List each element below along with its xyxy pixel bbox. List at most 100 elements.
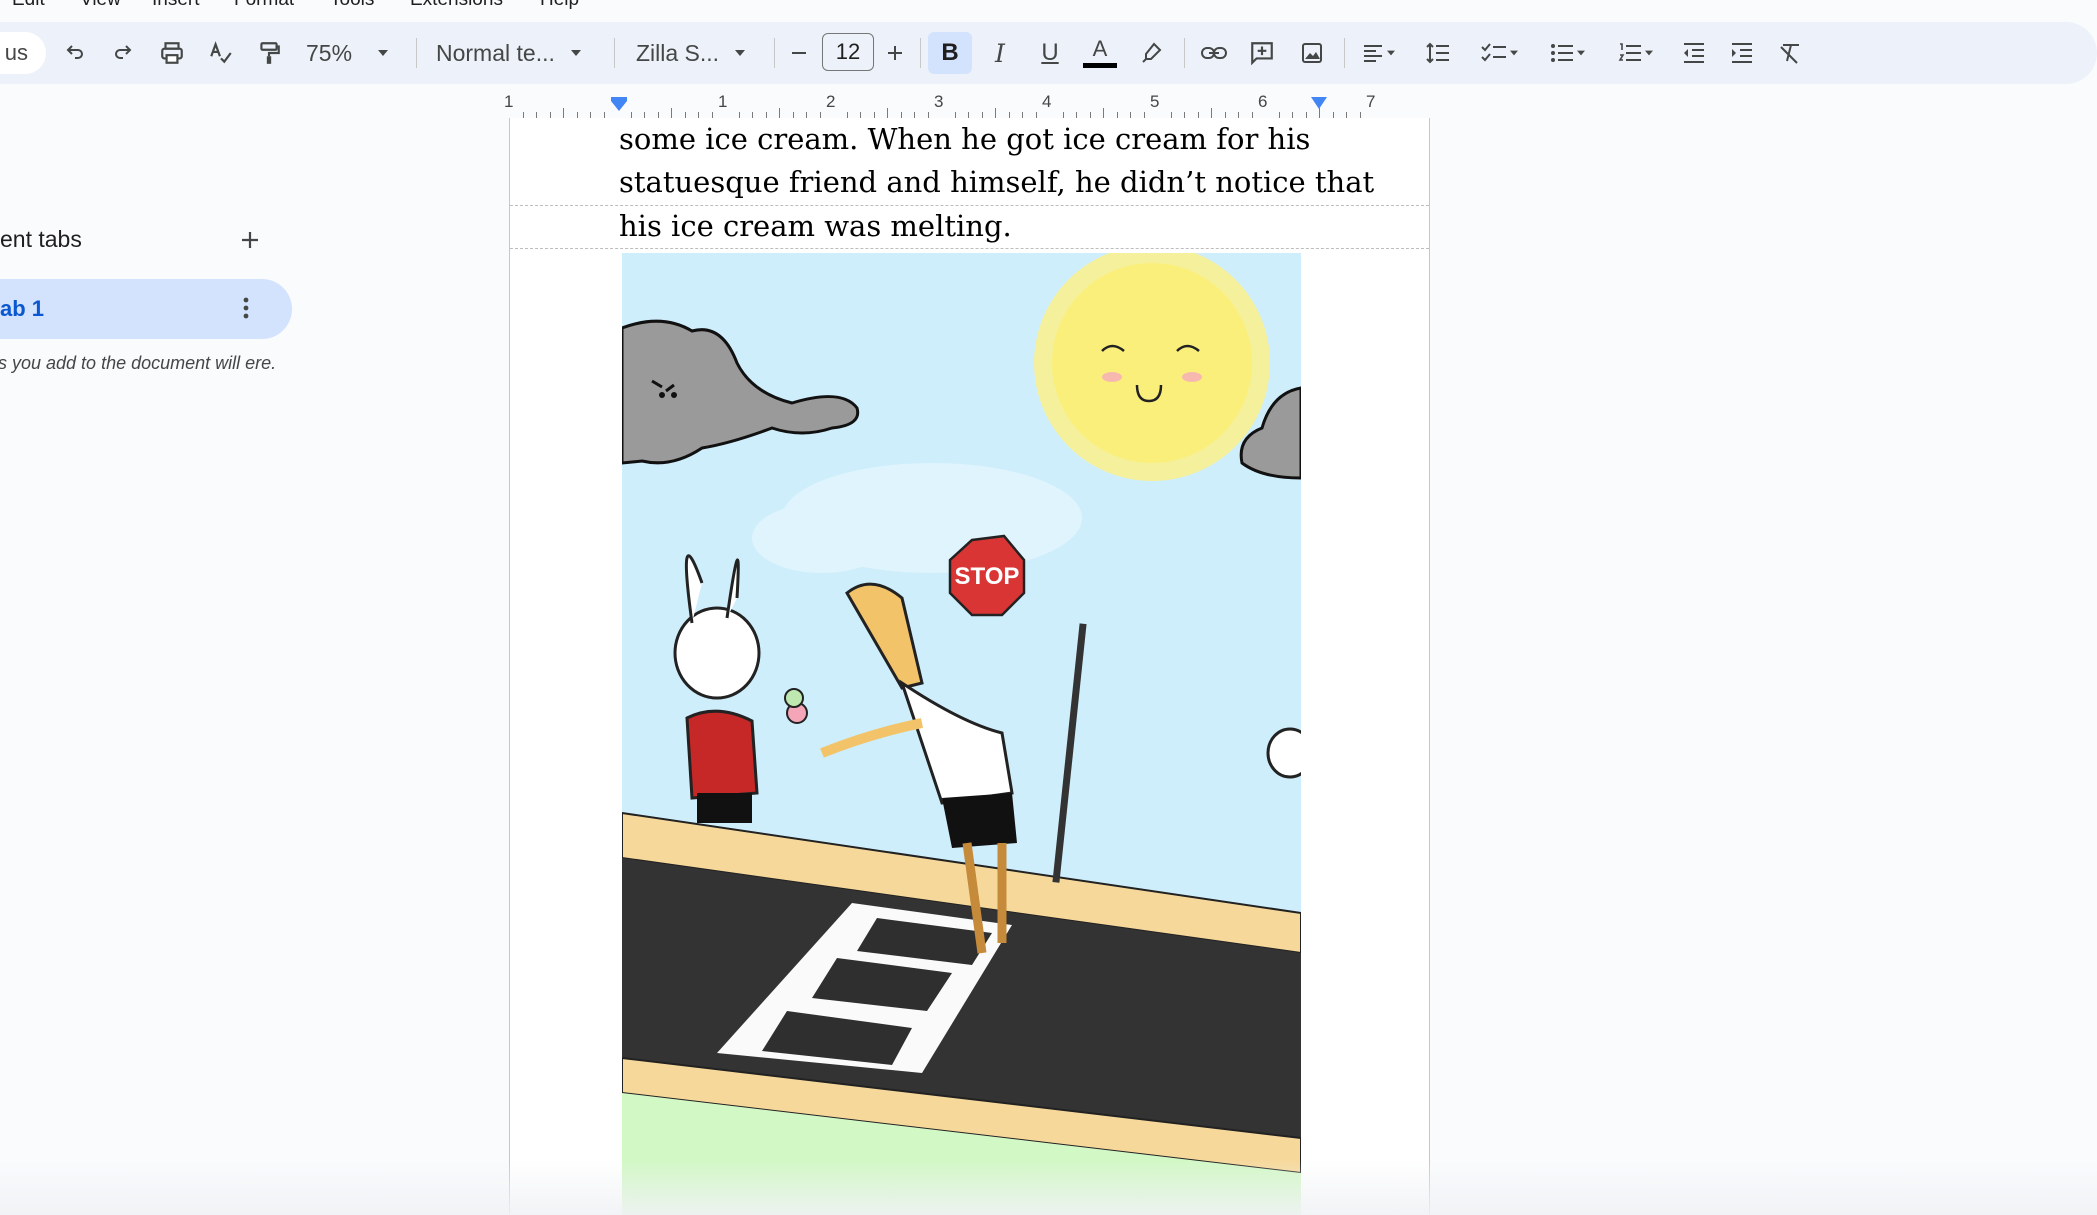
ruler-tick: [671, 108, 672, 118]
ruler-number: 3: [934, 92, 944, 111]
insert-link-button[interactable]: [1194, 32, 1234, 74]
chevron-down-icon: [1577, 50, 1585, 56]
sidebar-title: ent tabs: [0, 226, 82, 252]
link-icon: [1201, 47, 1227, 59]
increase-indent-icon: [1732, 43, 1752, 63]
print-icon: [161, 42, 183, 64]
sidebar-item-tab-1[interactable]: ab 1: [0, 279, 292, 339]
chevron-down-icon: [1645, 50, 1653, 56]
paragraph-style-value: Normal te...: [436, 39, 555, 66]
italic-icon: I: [995, 38, 1005, 68]
decrease-font-size-button[interactable]: [784, 32, 814, 74]
underline-button[interactable]: U: [1030, 32, 1070, 74]
text-color-button[interactable]: A: [1080, 32, 1120, 74]
ruler-number: 2: [826, 92, 836, 111]
add-tab-icon[interactable]: [238, 228, 262, 252]
ruler-tick: [995, 108, 996, 118]
chevron-down-icon: [378, 50, 389, 56]
menu-edit[interactable]: Edit: [12, 0, 45, 11]
menu-view[interactable]: View: [80, 0, 121, 11]
insert-image-button[interactable]: [1292, 32, 1332, 74]
menu-format[interactable]: Format: [234, 0, 294, 11]
redo-button[interactable]: [106, 32, 140, 74]
highlighter-icon: [1142, 42, 1162, 63]
toolbar-separator: [1344, 38, 1345, 68]
font-family-select[interactable]: Zilla S...: [636, 32, 756, 74]
menu-help[interactable]: Help: [540, 0, 579, 11]
bold-button[interactable]: B: [928, 32, 972, 74]
numbered-list-button[interactable]: [1608, 32, 1664, 74]
checklist-button[interactable]: [1472, 32, 1528, 74]
align-left-icon: [1364, 45, 1382, 62]
document-line[interactable]: statuesque friend and himself, he didn’t…: [619, 165, 1374, 199]
align-button[interactable]: [1354, 32, 1404, 74]
redo-icon: [115, 45, 132, 59]
document-line[interactable]: his ice cream was melting.: [619, 209, 1012, 243]
spellcheck-button[interactable]: [204, 32, 238, 74]
toolbar-separator: [920, 38, 921, 68]
sidebar-item-label: ab 1: [0, 296, 45, 321]
ruler-tick: [779, 108, 780, 118]
toolbar-separator: [416, 38, 417, 68]
text-color-swatch: [1083, 63, 1117, 68]
increase-font-size-button[interactable]: [880, 32, 910, 74]
ruler-number: 1: [718, 92, 728, 111]
highlight-color-button[interactable]: [1132, 32, 1172, 74]
menu-bar: Edit View Insert Format Tools Extensions…: [0, 0, 2097, 18]
numbered-list-icon: [1618, 43, 1641, 61]
document-page[interactable]: some ice cream. When he got ice cream fo…: [509, 118, 1430, 1215]
menu-tools[interactable]: Tools: [330, 0, 374, 11]
chevron-down-icon: [1387, 50, 1395, 56]
ruler-tick: [563, 108, 564, 118]
decrease-indent-icon: [1684, 43, 1704, 63]
paragraph-style-select[interactable]: Normal te...: [436, 32, 596, 74]
add-comment-icon: [1251, 42, 1273, 66]
ruler-tick: [1103, 108, 1104, 118]
clear-formatting-button[interactable]: [1770, 32, 1810, 74]
print-button[interactable]: [154, 32, 190, 74]
ruler-number: 6: [1258, 92, 1268, 111]
more-options-icon[interactable]: [242, 296, 250, 320]
toolbar-separator: [1184, 38, 1185, 68]
bulleted-list-button[interactable]: [1540, 32, 1596, 74]
undo-icon: [66, 45, 83, 59]
line-separator: [510, 248, 1429, 249]
bold-icon: B: [941, 39, 959, 66]
chevron-down-icon: [570, 50, 581, 56]
horizontal-ruler[interactable]: 1 1 2 3 4 5 6 7: [504, 92, 1430, 119]
menu-insert[interactable]: Insert: [152, 0, 200, 11]
paint-format-button[interactable]: [252, 32, 286, 74]
line-separator: [510, 205, 1429, 206]
add-comment-button[interactable]: [1242, 32, 1282, 74]
plus-icon: [888, 46, 902, 60]
paint-format-icon: [260, 42, 280, 64]
menu-search-input[interactable]: us: [0, 32, 46, 74]
left-indent-marker-icon[interactable]: [610, 96, 628, 112]
ruler-number: 7: [1366, 92, 1376, 111]
italic-button[interactable]: I: [980, 32, 1020, 74]
font-size-value: 12: [835, 39, 861, 64]
underline-icon: U: [1041, 39, 1059, 66]
zoom-select[interactable]: 75%: [302, 32, 416, 74]
giraffe-bunny-crosswalk-drawing: STOP: [622, 253, 1301, 1215]
chevron-down-icon: [1510, 50, 1518, 56]
checklist-icon: [1481, 43, 1506, 62]
line-spacing-button[interactable]: [1418, 32, 1458, 74]
line-spacing-icon: [1426, 42, 1449, 64]
ruler-tick: [1211, 108, 1212, 118]
font-size-input[interactable]: 12: [822, 33, 874, 71]
clear-formatting-icon: [1780, 44, 1799, 64]
menu-extensions[interactable]: Extensions: [410, 0, 503, 11]
image-icon: [1302, 43, 1322, 63]
decrease-indent-button[interactable]: [1674, 32, 1714, 74]
right-indent-marker-icon[interactable]: [1310, 96, 1328, 110]
undo-button[interactable]: [58, 32, 92, 74]
increase-indent-button[interactable]: [1722, 32, 1762, 74]
ruler-number: 5: [1150, 92, 1160, 111]
document-line[interactable]: some ice cream. When he got ice cream fo…: [619, 122, 1310, 156]
sidebar-hint-text: s you add to the document will ere.: [0, 353, 277, 373]
bottom-shade: [0, 1160, 2097, 1215]
story-illustration[interactable]: STOP: [622, 253, 1301, 1215]
chevron-down-icon: [735, 50, 746, 56]
spellcheck-icon: [210, 41, 232, 64]
